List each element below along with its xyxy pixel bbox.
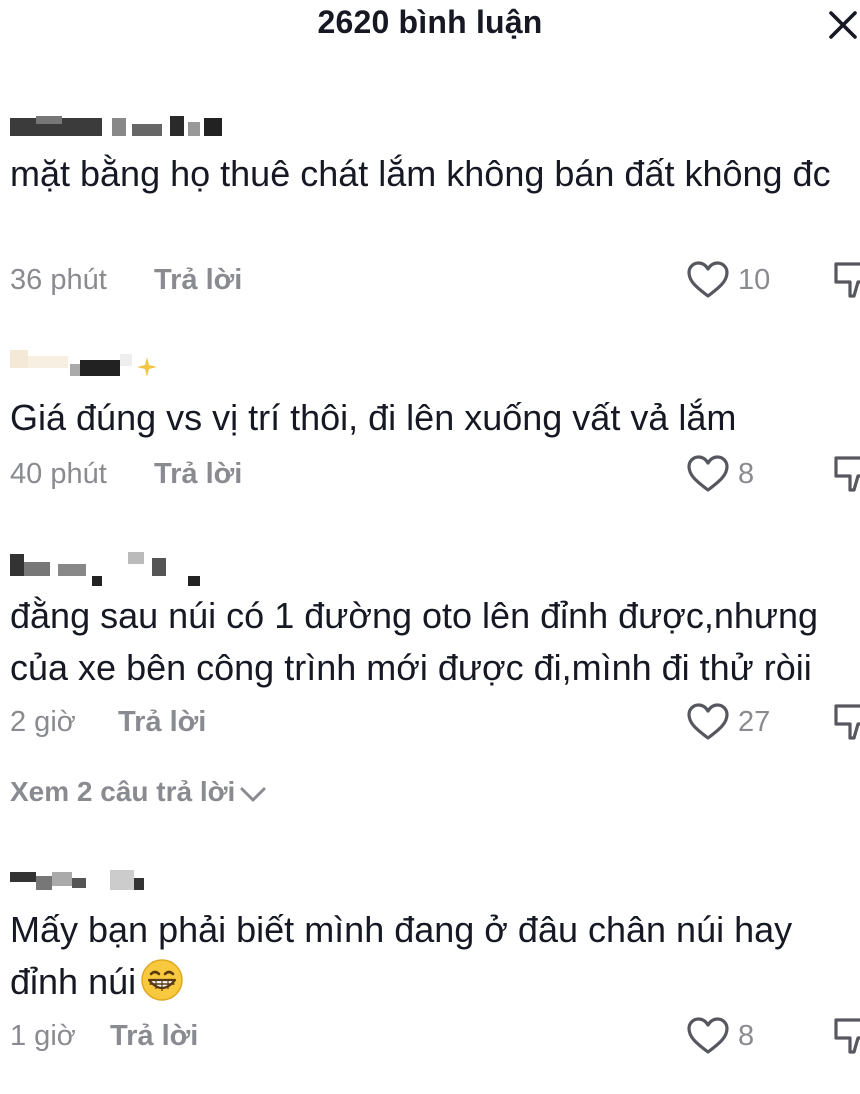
comment-actions: 40 phút Trả lời 8 (10, 454, 860, 494)
dislike-button[interactable] (832, 452, 860, 494)
thumbs-down-icon (834, 262, 860, 298)
comment-text: Giá đúng vs vị trí thôi, đi lên xuống vấ… (10, 397, 737, 438)
sparkle-icon (137, 357, 157, 377)
comment-item: Giá đúng vs vị trí thôi, đi lên xuống vấ… (0, 344, 860, 494)
heart-icon (687, 703, 729, 740)
view-replies-button[interactable]: Xem 2 câu trả lời (10, 774, 267, 810)
chevron-down-icon (240, 787, 266, 802)
like-button[interactable] (686, 454, 730, 494)
comment-actions: 2 giờ Trả lời 27 (10, 702, 860, 742)
view-replies-label: Xem 2 câu trả lời (10, 776, 236, 807)
username-pixelated[interactable] (10, 550, 250, 586)
thumbs-down-icon (834, 456, 860, 492)
close-icon (829, 11, 857, 39)
comment-time: 36 phút (10, 264, 107, 296)
comment-item: mặt bằng họ thuê chát lắm không bán đất … (0, 110, 860, 310)
comments-count-title: 2620 bình luận (317, 4, 543, 40)
comment-time: 40 phút (10, 458, 107, 490)
like-count: 8 (738, 1020, 755, 1052)
like-button[interactable] (686, 1016, 730, 1056)
comment-actions: 1 giờ Trả lời 8 (10, 1016, 860, 1056)
like-count: 27 (738, 706, 771, 738)
comments-header: 2620 bình luận (0, 0, 860, 52)
reply-button[interactable]: Trả lời (110, 1018, 198, 1054)
heart-icon (687, 261, 729, 298)
thumbs-down-icon (834, 1018, 860, 1054)
like-count: 8 (738, 458, 755, 490)
comment-time: 2 giờ (10, 706, 76, 738)
comment-text: mặt bằng họ thuê chát lắm không bán đất … (10, 153, 831, 194)
dislike-button[interactable] (832, 700, 860, 742)
comment-text: Mấy bạn phải biết mình đang ở đâu chân n… (10, 904, 850, 1008)
comment-text-content: Mấy bạn phải biết mình đang ở đâu chân n… (10, 909, 793, 1002)
dislike-button[interactable] (832, 258, 860, 300)
comment-time: 1 giờ (10, 1020, 76, 1052)
comment-text: đằng sau núi có 1 đường oto lên đỉnh đượ… (10, 595, 819, 688)
heart-icon (687, 1017, 729, 1054)
reply-button[interactable]: Trả lời (154, 262, 242, 298)
username-pixelated[interactable] (10, 350, 250, 377)
reply-button[interactable]: Trả lời (118, 704, 206, 740)
reply-button[interactable]: Trả lời (154, 456, 242, 492)
like-count: 10 (738, 264, 771, 296)
heart-icon (687, 455, 729, 492)
grinning-face-emoji-icon (141, 959, 183, 1001)
dislike-button[interactable] (832, 1014, 860, 1056)
thumbs-down-icon (834, 704, 860, 740)
close-button[interactable] (826, 8, 860, 42)
comment-actions: 36 phút Trả lời 10 (10, 260, 860, 300)
username-pixelated[interactable] (10, 114, 250, 140)
comment-item: Mấy bạn phải biết mình đang ở đâu chân n… (0, 862, 860, 1062)
username-pixelated[interactable] (10, 866, 250, 892)
like-button[interactable] (686, 702, 730, 742)
like-button[interactable] (686, 260, 730, 300)
